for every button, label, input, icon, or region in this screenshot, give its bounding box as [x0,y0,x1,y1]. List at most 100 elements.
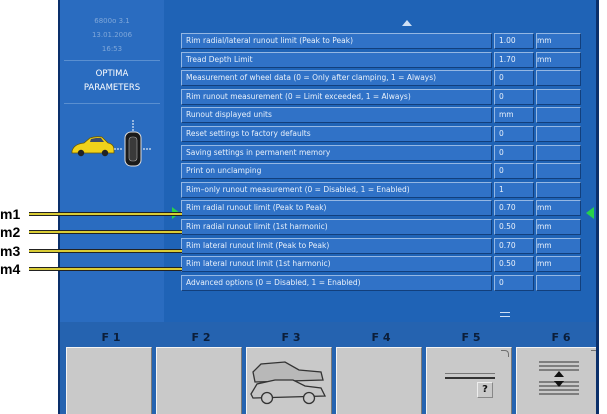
param-unit-cell: mm [536,219,581,235]
table-row[interactable]: Rim radial runout limit (1st harmonic) 0.… [181,219,581,235]
param-unit: mm [537,54,552,64]
param-label: Rim radial runout limit (1st harmonic) [181,219,492,235]
page-title: OPTIMA PARAMETERS [60,67,164,95]
f2-label: F 2 [191,331,211,344]
param-unit: mm [537,259,552,269]
software-code: 6800o 3.1 [94,17,130,25]
param-unit-cell [536,70,581,87]
param-unit-cell [536,88,581,105]
return-icon [501,350,509,357]
f4-label: F 4 [371,331,391,344]
param-unit-cell [536,107,581,124]
callout-line-m3 [29,249,182,253]
param-label: Rim–only runout measurement (0 = Disable… [181,181,492,198]
table-row[interactable]: Print on unclamping 0 [181,163,581,180]
wheel-icon [124,131,142,167]
table-row[interactable]: Rim lateral runout limit (Peak to Peak) 0… [181,237,581,254]
f3-button[interactable] [246,347,332,414]
param-value[interactable]: 0.50 [494,256,534,273]
param-label: Rim runout measurement (0 = Limit exceed… [181,88,492,105]
table-row[interactable]: Rim radial/lateral runout limit (Peak to… [181,33,581,49]
param-unit-cell [536,163,581,180]
table-row[interactable]: Saving settings in permanent memory 0 [181,144,581,161]
table-row[interactable]: Rim–only runout measurement (0 = Disable… [181,181,581,198]
machine-screen: 6800o 3.1 13.01.2006 16:53 OPTIMA PARAME… [58,0,599,414]
divider [64,103,160,104]
param-unit-cell [536,181,581,198]
param-value[interactable]: 0.50 [494,219,534,235]
divider [64,60,160,61]
param-unit: mm [537,222,552,231]
help-icon: ? [477,382,493,398]
param-unit: mm [537,203,552,213]
f1-button[interactable] [66,347,152,414]
param-value[interactable]: 0 [494,70,534,87]
param-label: Rim radial/lateral runout limit (Peak to… [181,33,492,49]
return-icon [591,350,596,357]
table-row[interactable]: Runout displayed units mm [181,107,581,124]
page-title-line2: PARAMETERS [83,83,141,93]
param-value[interactable]: 1.00 [494,33,534,49]
param-value[interactable]: 1.70 [494,51,534,68]
callout-line-m2 [29,230,182,234]
page-title-line1: OPTIMA [95,69,129,79]
callout-m3: m3 [0,243,21,259]
f6-label: F 6 [551,331,571,344]
f5-label: F 5 [461,331,481,344]
f2-button[interactable] [156,347,242,414]
table-row[interactable]: Reset settings to factory defaults 0 [181,126,581,142]
param-label: Measurement of wheel data (0 = Only afte… [181,70,492,87]
callout-line-m1 [29,212,182,216]
param-unit-cell: mm [536,256,581,273]
param-label: Rim radial runout limit (Peak to Peak) [181,200,492,217]
param-unit-cell: mm [536,237,581,254]
f5-button[interactable]: ? [426,347,512,414]
param-label: Reset settings to factory defaults [181,126,492,142]
param-value[interactable]: mm [494,107,534,124]
param-label: Print on unclamping [181,163,492,180]
f6-button[interactable] [516,347,596,414]
help-rule [445,373,495,374]
table-row[interactable]: Rim radial runout limit (Peak to Peak) 0.… [181,200,581,217]
callout-line-m4 [29,267,182,271]
car-icon [71,136,115,157]
table-row[interactable]: Rim lateral runout limit (1st harmonic) 0… [181,256,581,273]
scroll-up-icon[interactable] [402,20,412,26]
param-label: Runout displayed units [181,107,492,124]
param-label: Advanced options (0 = Disabled, 1 = Enab… [181,274,492,291]
param-unit-cell: mm [536,51,581,68]
param-value[interactable]: 0 [494,144,534,161]
param-unit-cell [536,274,581,291]
table-row[interactable]: Rim runout measurement (0 = Limit exceed… [181,88,581,105]
table-row[interactable]: Advanced options (0 = Disabled, 1 = Enab… [181,274,581,291]
car-wheel-icon [71,120,152,167]
param-value[interactable]: 0 [494,88,534,105]
callout-m2: m2 [0,224,21,240]
vehicles-icon [250,361,327,405]
param-value[interactable]: 0 [494,274,534,291]
date-label: 13.01.2006 [91,31,133,39]
param-unit-cell [536,144,581,161]
callout-m4: m4 [0,261,21,277]
f4-button[interactable] [336,347,422,414]
param-unit-cell: mm [536,200,581,217]
param-label: Saving settings in permanent memory [181,144,492,161]
list-end-icon [500,312,510,317]
list-scroll-icon [539,361,579,395]
param-value[interactable]: 0 [494,163,534,180]
table-row[interactable]: Tread Depth Limit 1.70 mm [181,51,581,68]
param-value[interactable]: 0.70 [494,237,534,254]
param-label: Tread Depth Limit [181,51,492,68]
selection-arrow-right-icon [586,207,594,219]
param-value[interactable]: 1 [494,181,534,198]
f1-label: F 1 [101,331,121,344]
f3-label: F 3 [281,331,301,344]
table-row[interactable]: Measurement of wheel data (0 = Only afte… [181,70,581,87]
param-value[interactable]: 0.70 [494,200,534,217]
help-rule-dark [445,377,495,379]
param-value[interactable]: 0 [494,126,534,142]
callout-m1: m1 [0,206,21,222]
param-unit-cell: mm [536,33,581,49]
function-key-bar: F 1 F 2 F 3 F 4 F 5 F 6 ? [60,322,596,414]
param-unit: mm [537,240,552,250]
